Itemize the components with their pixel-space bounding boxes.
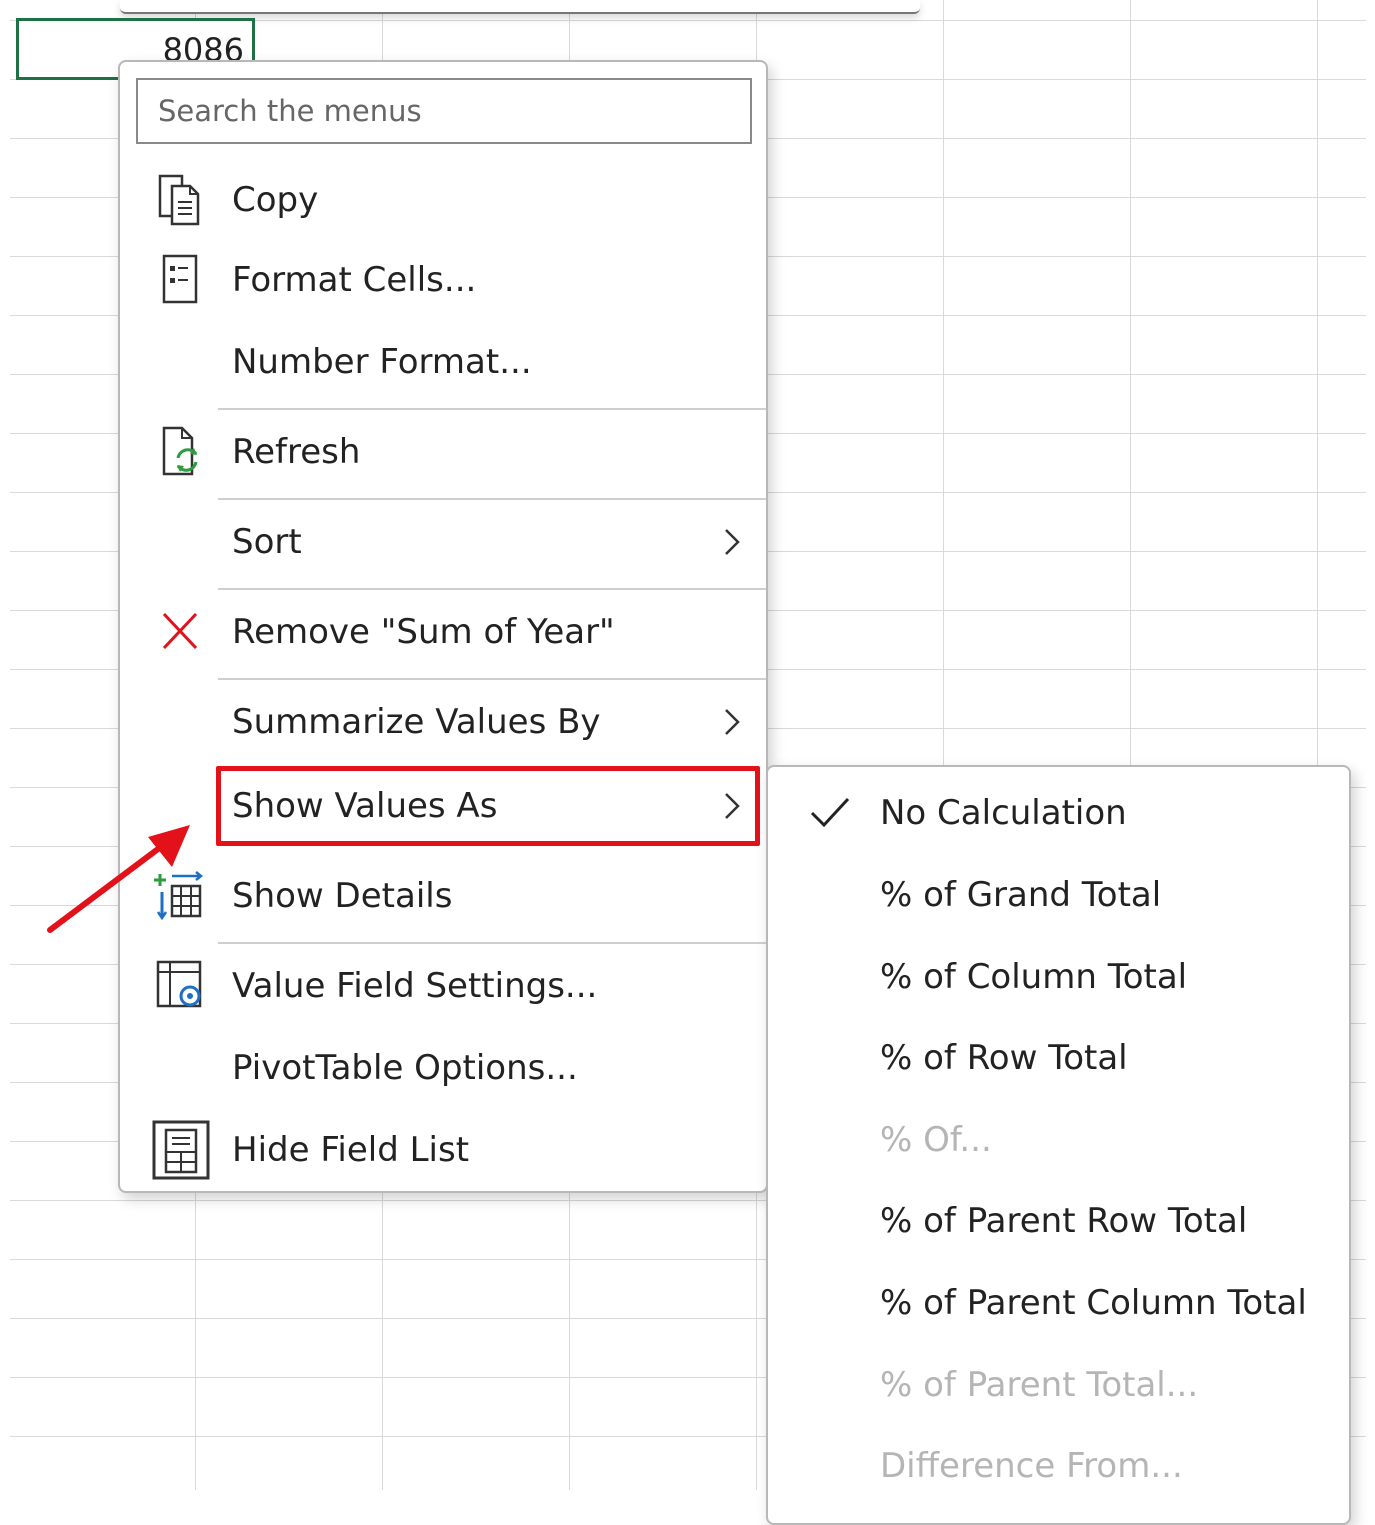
- submenu-item-difference-from: Difference From...: [768, 1426, 1348, 1506]
- submenu-item-parent-total: % of Parent Total...: [768, 1345, 1348, 1425]
- format-cells-icon: [162, 254, 198, 304]
- menu-item-sort[interactable]: Sort: [120, 502, 766, 582]
- highlight-box: [216, 766, 760, 846]
- search-menus-input[interactable]: Search the menus: [136, 78, 752, 144]
- submenu-item-parent-row-total[interactable]: % of Parent Row Total: [768, 1181, 1348, 1261]
- menu-item-label: Refresh: [232, 432, 361, 472]
- menu-item-pivottable-options[interactable]: PivotTable Options...: [120, 1028, 766, 1108]
- field-list-icon: [152, 1120, 210, 1180]
- menu-item-refresh[interactable]: Refresh: [120, 412, 766, 492]
- menu-item-label: Copy: [232, 180, 319, 220]
- chevron-right-icon: [725, 529, 740, 555]
- annotation-arrow-icon: [47, 825, 190, 933]
- menu-item-label: PivotTable Options...: [232, 1048, 578, 1088]
- menu-item-label: Number Format...: [232, 342, 532, 382]
- menu-item-hide-field-list[interactable]: Hide Field List: [120, 1110, 766, 1190]
- menu-item-copy[interactable]: Copy: [120, 160, 766, 240]
- ribbon-edge: [120, 0, 920, 14]
- menu-item-value-field-settings[interactable]: Value Field Settings...: [120, 946, 766, 1026]
- menu-separator: [218, 678, 766, 680]
- submenu-item-row-total[interactable]: % of Row Total: [768, 1018, 1348, 1098]
- menu-item-remove-field[interactable]: Remove "Sum of Year": [120, 592, 766, 672]
- checkmark-icon: [810, 797, 850, 828]
- menu-separator: [218, 408, 766, 410]
- menu-separator: [218, 498, 766, 500]
- menu-item-number-format[interactable]: Number Format...: [120, 322, 766, 402]
- menu-item-label: Sort: [232, 522, 302, 562]
- refresh-icon: [162, 426, 198, 476]
- remove-x-icon: [162, 612, 198, 650]
- menu-separator: [218, 942, 766, 944]
- menu-item-format-cells[interactable]: Format Cells...: [120, 240, 766, 320]
- chevron-right-icon: [725, 709, 740, 735]
- submenu-item-grand-total[interactable]: % of Grand Total: [768, 855, 1348, 935]
- menu-item-label: Show Details: [232, 876, 453, 916]
- menu-item-show-details[interactable]: Show Details: [120, 856, 766, 936]
- menu-item-summarize-values-by[interactable]: Summarize Values By: [120, 682, 766, 762]
- submenu-item-label: % of Grand Total: [880, 875, 1162, 915]
- submenu-item-label: % of Parent Total...: [880, 1365, 1199, 1405]
- submenu-item-label: % Of...: [880, 1120, 992, 1160]
- submenu-item-label: % of Parent Row Total: [880, 1201, 1248, 1241]
- submenu-item-label: % of Row Total: [880, 1038, 1128, 1078]
- submenu-item-label: Difference From...: [880, 1446, 1183, 1486]
- show-values-as-submenu: No Calculation % of Grand Total % of Col…: [766, 765, 1351, 1525]
- menu-item-label: Format Cells...: [232, 260, 477, 300]
- menu-item-label: Hide Field List: [232, 1130, 470, 1170]
- submenu-item-label: % of Column Total: [880, 957, 1188, 997]
- submenu-item-label: No Calculation: [880, 793, 1127, 833]
- context-menu: Search the menus Copy Format Cells... Nu…: [118, 60, 768, 1193]
- copy-icon: [158, 174, 200, 226]
- menu-separator: [218, 588, 766, 590]
- menu-item-label: Value Field Settings...: [232, 966, 598, 1006]
- submenu-item-no-calculation[interactable]: No Calculation: [768, 773, 1348, 853]
- value-field-settings-icon: [156, 960, 202, 1008]
- submenu-item-label: % of Parent Column Total: [880, 1283, 1307, 1323]
- submenu-item-column-total[interactable]: % of Column Total: [768, 937, 1348, 1017]
- menu-item-label: Summarize Values By: [232, 702, 601, 742]
- submenu-item-percent-of: % Of...: [768, 1100, 1348, 1180]
- menu-item-label: Remove "Sum of Year": [232, 612, 615, 652]
- submenu-item-parent-column-total[interactable]: % of Parent Column Total: [768, 1263, 1348, 1343]
